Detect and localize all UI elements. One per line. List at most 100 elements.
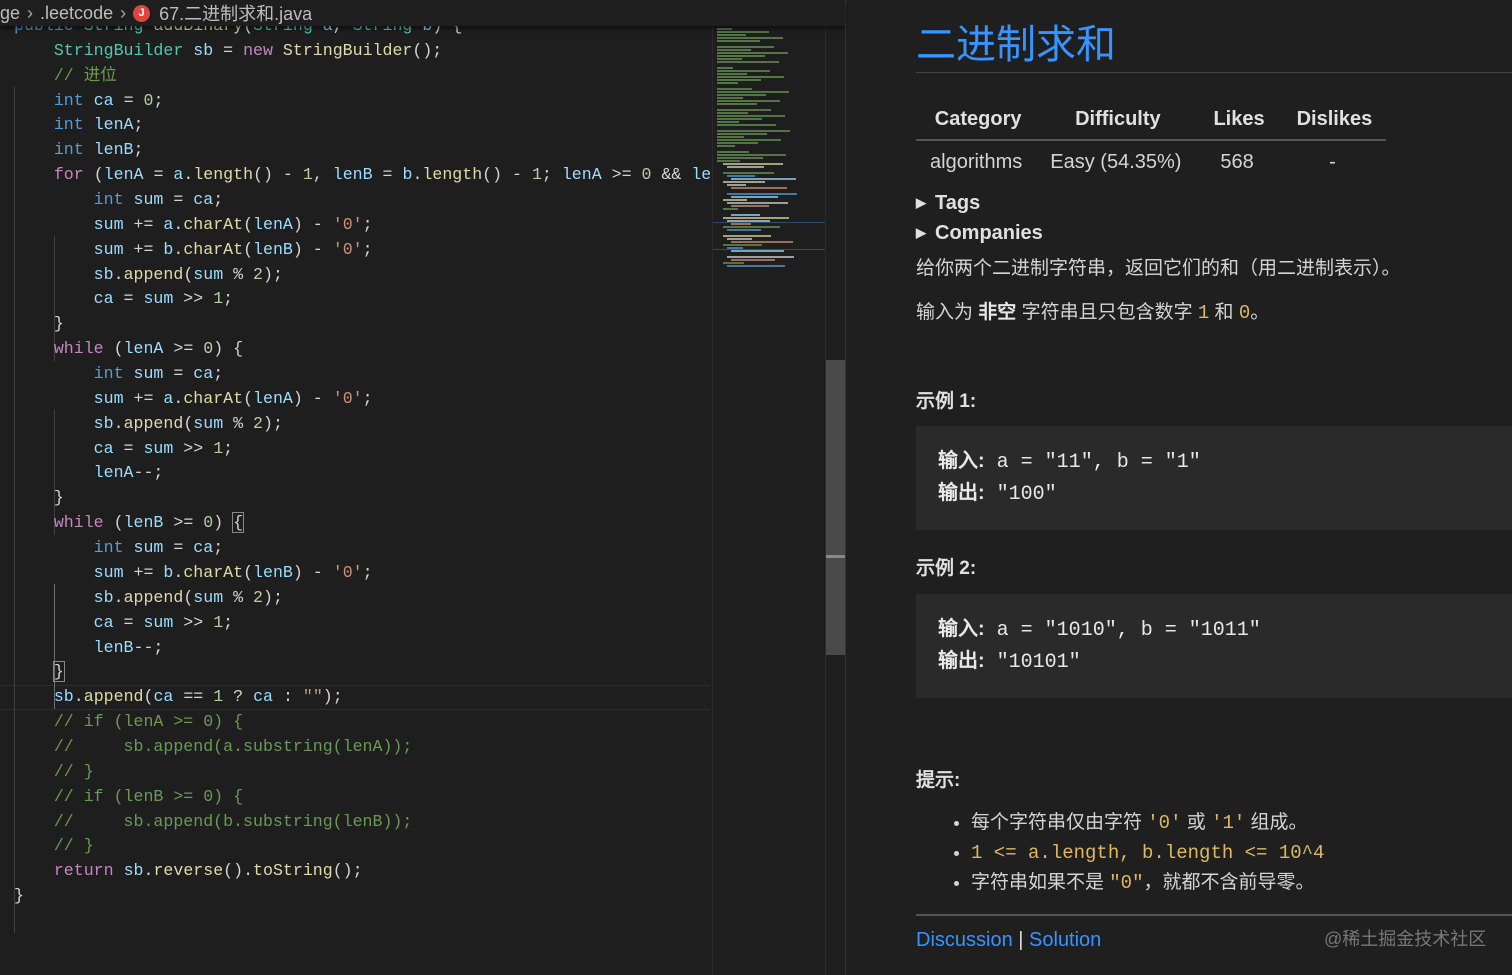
- code-token: '0': [332, 239, 363, 259]
- code-token: sum: [143, 612, 174, 632]
- code-line[interactable]: for (lenA = a.length() - 1, lenB = b.len…: [14, 162, 710, 187]
- code-token: sum: [143, 438, 174, 458]
- text: 或: [1181, 812, 1212, 833]
- code-line[interactable]: int sum = ca;: [14, 361, 223, 386]
- code-line[interactable]: lenA--;: [14, 460, 164, 485]
- code-token: >>: [173, 289, 214, 309]
- code-line[interactable]: sum += a.charAt(lenA) - '0';: [14, 212, 373, 237]
- code-line[interactable]: int sum = ca;: [14, 535, 223, 560]
- code-token: =: [163, 538, 194, 558]
- code-token: length: [193, 165, 254, 185]
- code-token: (: [183, 587, 194, 607]
- code-token: .: [173, 239, 184, 259]
- code-line[interactable]: int lenB;: [14, 137, 144, 162]
- code-token: b: [163, 239, 174, 259]
- code-line[interactable]: lenB--;: [14, 635, 164, 660]
- code-line[interactable]: // if (lenB >= 0) {: [14, 784, 243, 809]
- breadcrumb-item[interactable]: .leetcode: [40, 3, 113, 24]
- code-line[interactable]: // if (lenA >= 0) {: [14, 709, 243, 734]
- code-line[interactable]: while (lenB >= 0) {: [14, 510, 245, 535]
- code-token: sum: [93, 562, 124, 582]
- description-text: 给你两个二进制字符串，返回它们的和（用二进制表示）。: [916, 258, 1401, 279]
- code-line[interactable]: // sb.append(a.substring(lenA));: [14, 734, 413, 759]
- java-file-icon: J: [133, 4, 151, 22]
- discussion-link[interactable]: Discussion: [916, 929, 1013, 951]
- code-line[interactable]: }: [14, 311, 64, 336]
- scrollbar-thumb[interactable]: [826, 360, 845, 655]
- page-title: 二进制求和: [916, 23, 1116, 67]
- breadcrumb-file[interactable]: 67.二进制求和.java: [159, 0, 312, 26]
- code-token: while: [53, 513, 114, 533]
- code-line[interactable]: sb.append(ca == 1 ? ca : "");: [14, 684, 343, 709]
- minimap-line: [727, 256, 794, 258]
- code-line[interactable]: ca = sum >> 1;: [14, 610, 233, 635]
- code-token: (: [93, 165, 104, 185]
- code-line[interactable]: // }: [14, 833, 94, 858]
- code-area[interactable]: ass Solution {public String addBinary(St…: [0, 0, 710, 975]
- code-line[interactable]: int lenA;: [14, 112, 144, 137]
- minimap-line: [731, 259, 775, 261]
- minimap-line: [717, 46, 774, 48]
- code-line[interactable]: return sb.reverse().toString();: [14, 858, 363, 883]
- code-line[interactable]: StringBuilder sb = new StringBuilder();: [14, 38, 442, 63]
- code-token: >>: [173, 612, 214, 632]
- minimap-line: [727, 184, 746, 186]
- code-line[interactable]: sum += b.charAt(lenB) - '0';: [14, 560, 373, 585]
- editor-scrollbar[interactable]: [825, 26, 845, 975]
- minimap-line: [717, 130, 790, 132]
- minimap-line: [731, 250, 784, 252]
- code-line[interactable]: int sum = ca;: [14, 187, 223, 212]
- code-token: sum: [193, 413, 224, 433]
- code-token: ) -: [292, 562, 333, 582]
- text: ，就都不含前导零。: [1143, 872, 1315, 893]
- minimap[interactable]: [712, 26, 826, 975]
- minimap-line: [723, 217, 789, 219]
- tags-toggle[interactable]: ▶ Tags: [916, 192, 980, 215]
- companies-toggle[interactable]: ▶ Companies: [916, 222, 1043, 245]
- code-line[interactable]: }: [14, 485, 64, 510]
- breadcrumb-item[interactable]: ge: [0, 3, 20, 24]
- code-line[interactable]: // }: [14, 759, 94, 784]
- code-line[interactable]: sum += b.charAt(lenB) - '0';: [14, 237, 373, 262]
- input-label: 输入:: [938, 618, 985, 640]
- code-token: '0': [332, 388, 363, 408]
- code-token: charAt: [183, 239, 244, 259]
- code-line[interactable]: // 进位: [14, 63, 117, 88]
- code-token: ca: [93, 612, 114, 632]
- code-token: a: [173, 165, 184, 185]
- code-token: =: [143, 165, 174, 185]
- code-line[interactable]: sum += a.charAt(lenA) - '0';: [14, 386, 373, 411]
- code-token: StringBuilder: [282, 40, 413, 60]
- code-line[interactable]: sb.append(sum % 2);: [14, 411, 283, 436]
- code-editor[interactable]: ge › .leetcode › J 67.二进制求和.java ass Solut…: [0, 0, 845, 975]
- code-token: 1: [213, 289, 224, 309]
- code-token: sb: [93, 413, 114, 433]
- minimap-line: [717, 151, 749, 153]
- code-line[interactable]: }: [14, 659, 65, 684]
- code-line[interactable]: sb.append(sum % 2);: [14, 585, 283, 610]
- code-line[interactable]: }: [14, 883, 24, 908]
- code-token: ,: [312, 165, 333, 185]
- code-token: .: [412, 165, 423, 185]
- code-line[interactable]: int ca = 0;: [14, 88, 164, 113]
- header-category: Category: [916, 104, 1037, 141]
- code-line[interactable]: ca = sum >> 1;: [14, 286, 233, 311]
- header-likes: Likes: [1195, 104, 1279, 141]
- code-token: a: [163, 214, 174, 234]
- watermark: @稀土掘金技术社区: [1324, 929, 1487, 949]
- minimap-line: [731, 214, 760, 216]
- code-token: new: [243, 40, 283, 60]
- minimap-line: [731, 205, 769, 207]
- code-line[interactable]: sb.append(sum % 2);: [14, 262, 283, 287]
- code-line[interactable]: while (lenA >= 0) {: [14, 336, 243, 361]
- code-token: '0': [332, 562, 363, 582]
- code-line[interactable]: // sb.append(b.substring(lenB));: [14, 809, 413, 834]
- code-line[interactable]: ca = sum >> 1;: [14, 436, 233, 461]
- solution-link[interactable]: Solution: [1029, 929, 1101, 951]
- code-token: ;: [362, 239, 373, 259]
- minimap-line: [723, 199, 747, 201]
